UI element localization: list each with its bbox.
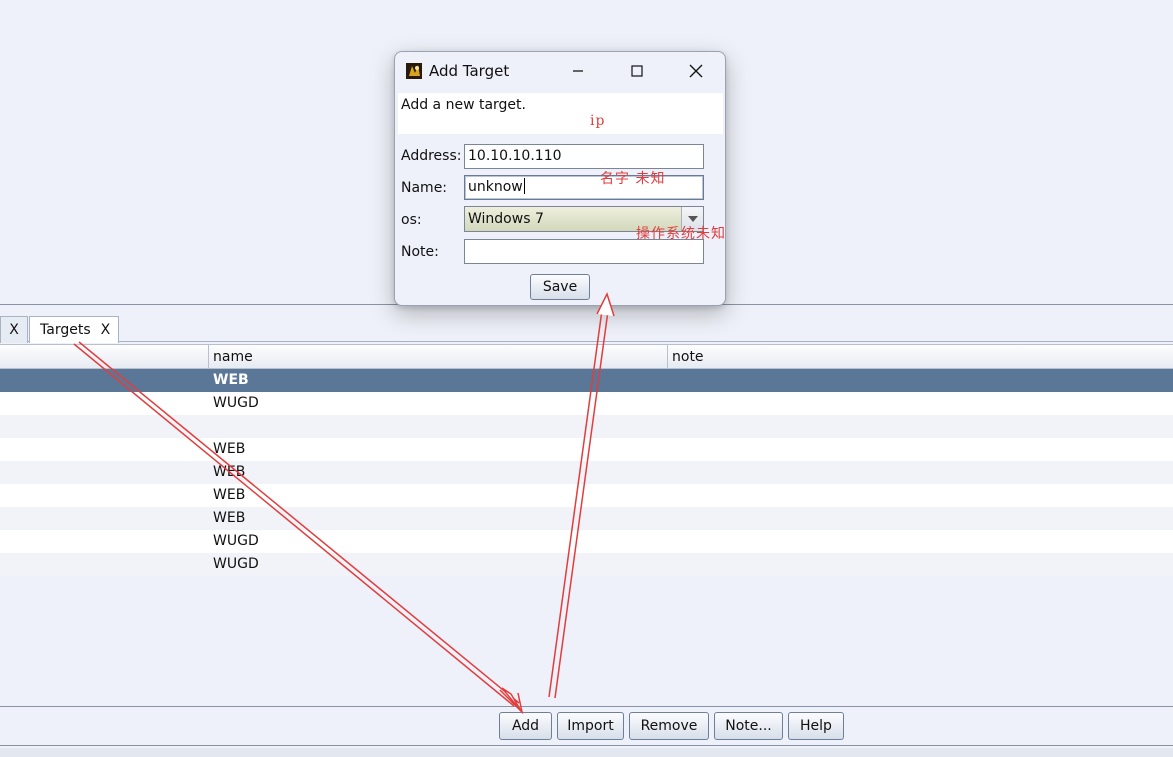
targets-table: name note WEB WUGD WEB WEB WEB WEB WUGD … xyxy=(0,344,1173,576)
table-row[interactable] xyxy=(0,415,1173,438)
note-label: Note: xyxy=(401,244,439,260)
tab-close-icon[interactable]: X xyxy=(9,322,19,338)
remove-button[interactable]: Remove xyxy=(629,712,709,740)
name-field-value: unknow xyxy=(468,179,523,195)
os-label: os: xyxy=(401,212,422,228)
status-strip xyxy=(0,748,1173,757)
tab-label: Targets xyxy=(40,322,91,338)
table-row[interactable]: WEB xyxy=(0,484,1173,507)
cell-name: WUGD xyxy=(213,533,259,549)
address-field[interactable]: 10.10.10.110 xyxy=(464,144,704,169)
cell-name: WUGD xyxy=(213,556,259,572)
table-row[interactable]: WEB xyxy=(0,438,1173,461)
cell-name: WEB xyxy=(213,441,246,457)
note-button[interactable]: Note... xyxy=(714,712,783,740)
minimize-icon xyxy=(573,70,583,72)
dialog-titlebar[interactable]: Add Target xyxy=(395,52,725,90)
dialog-title: Add Target xyxy=(429,62,510,80)
app-icon xyxy=(406,63,422,79)
description-panel: Add a new target. xyxy=(398,93,723,134)
close-icon xyxy=(689,64,703,78)
maximize-icon xyxy=(631,65,643,77)
save-button[interactable]: Save xyxy=(530,274,590,300)
tab-targets[interactable]: Targets X xyxy=(29,316,119,343)
tab-close-icon[interactable]: X xyxy=(101,322,111,338)
cell-name: WEB xyxy=(213,464,246,480)
table-row[interactable]: WEB xyxy=(0,369,1173,392)
annotation-ip: ip xyxy=(590,113,606,129)
import-button[interactable]: Import xyxy=(557,712,624,740)
cell-name: WEB xyxy=(213,487,246,503)
table-row[interactable]: WUGD xyxy=(0,553,1173,576)
column-header-note[interactable]: note xyxy=(667,345,1173,369)
add-target-dialog: Add Target Add a new target. Address: 10… xyxy=(394,51,726,306)
text-caret xyxy=(523,178,525,194)
close-button[interactable] xyxy=(681,58,711,84)
name-field[interactable]: unknow xyxy=(464,175,704,200)
annotation-name-unknown: 名字 未知 xyxy=(600,171,666,187)
maximize-button[interactable] xyxy=(622,58,652,84)
cell-name: WEB xyxy=(213,372,249,388)
table-row[interactable]: WUGD xyxy=(0,392,1173,415)
table-row[interactable]: WUGD xyxy=(0,530,1173,553)
column-header-name[interactable]: name xyxy=(208,345,668,369)
address-label: Address: xyxy=(401,148,462,164)
annotation-os-unknown: 操作系统未知 xyxy=(636,226,726,242)
table-header: name note xyxy=(0,344,1173,369)
minimize-button[interactable] xyxy=(563,58,593,84)
os-select-value: Windows 7 xyxy=(468,211,544,227)
chevron-down-icon xyxy=(687,216,698,222)
help-button[interactable]: Help xyxy=(788,712,844,740)
button-bar: Add Import Remove Note... Help xyxy=(0,706,1173,746)
table-row[interactable]: WEB xyxy=(0,507,1173,530)
dialog-description: Add a new target. xyxy=(401,97,526,113)
name-label: Name: xyxy=(401,180,448,196)
resize-grip[interactable] xyxy=(665,305,679,306)
tab-strip: X Targets X xyxy=(0,312,1173,343)
add-button[interactable]: Add xyxy=(499,712,552,740)
cell-name: WUGD xyxy=(213,395,259,411)
tab-previous[interactable]: X xyxy=(0,316,28,343)
table-row[interactable]: WEB xyxy=(0,461,1173,484)
cell-name: WEB xyxy=(213,510,246,526)
